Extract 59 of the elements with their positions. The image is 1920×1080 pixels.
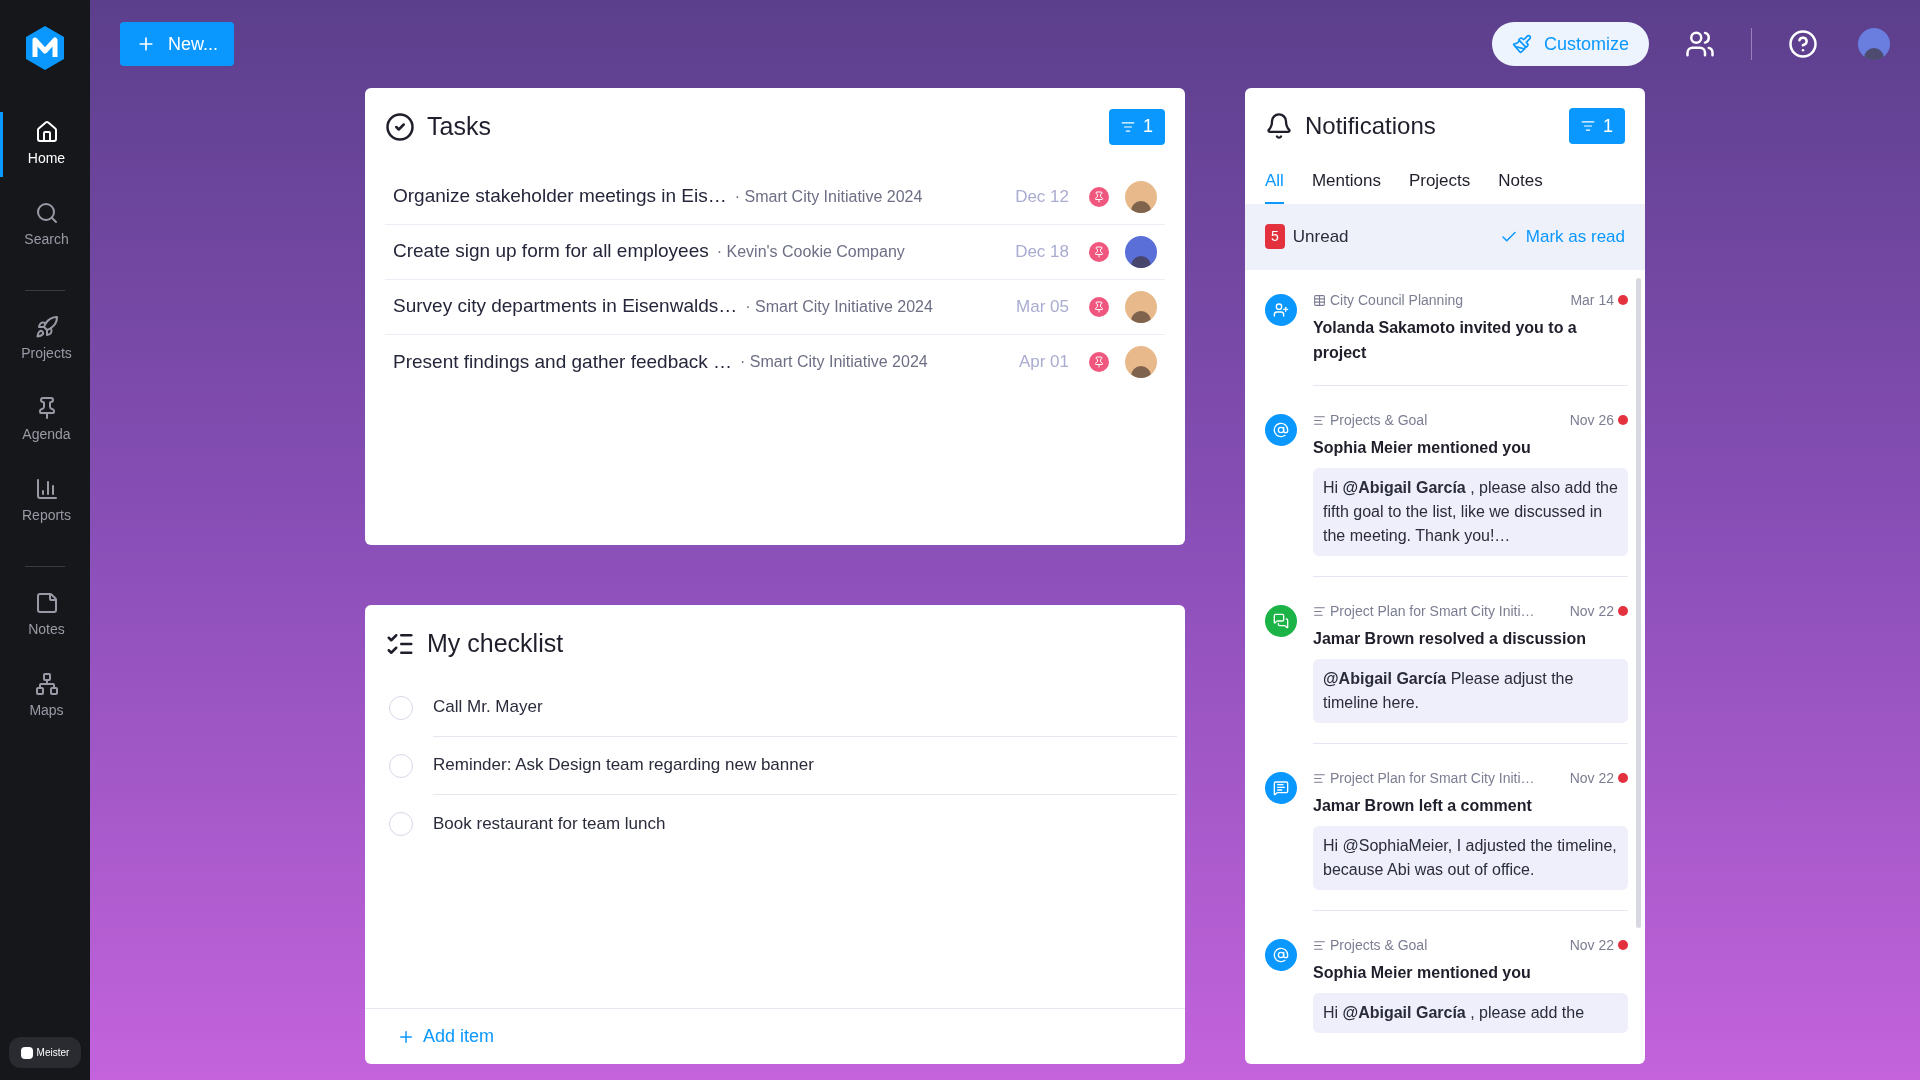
tasks-card: Tasks 1 Organize stakeholder meetings in Eis… · Smart City Initiative 2024 Dec 12 Create sign up form for all employees · Kevin's Cookie Company Dec 18 Survey city departments in Eisenwalds… · Smart City Initiative 2024 Mar 05 Present findings and gather feedback … · Smart City Initiative 2024 Apr 01 (365, 88, 1185, 545)
nav-item[interactable]: Reports (0, 469, 90, 534)
network-icon (34, 672, 59, 696)
user-avatar (1858, 28, 1890, 60)
priority-pin-icon (1089, 241, 1109, 262)
checklist-card: My checklist Call Mr. Mayer Reminder: Ask Design team regarding new banner Book restaurant for team lunch Add item (365, 605, 1185, 1064)
task-row[interactable]: Create sign up form for all employees · Kevin's Cookie Company Dec 18 (385, 224, 1165, 280)
notification-item[interactable]: Projects & Goal Nov 26 Sophia Meier mentioned you Hi @Abigail García , please also add the fifth goal to the list, like we discussed in the meeting. Thank you!… (1313, 409, 1628, 577)
scrollbar[interactable] (1636, 277, 1641, 928)
nav-item[interactable]: Agenda (0, 388, 90, 453)
lines-icon (1313, 771, 1326, 785)
message-preview: Hi @Abigail García , please add the (1313, 992, 1628, 1033)
brand-mark-icon (20, 1046, 33, 1059)
nav-item[interactable]: Notes (0, 583, 90, 648)
note-icon (34, 591, 59, 615)
filter-icon (1581, 119, 1595, 133)
chat-bubbles-icon (1265, 604, 1297, 637)
notification-item[interactable]: Projects & Goal Nov 22 Sophia Meier mentioned you Hi @Abigail García , please add the (1313, 934, 1628, 1053)
user-plus-icon (1265, 293, 1297, 326)
lines-icon (1313, 413, 1326, 427)
priority-pin-icon (1089, 352, 1109, 372)
notification-tab[interactable]: Mentions (1311, 168, 1381, 204)
nav-item[interactable]: Search (0, 193, 90, 258)
logo-icon[interactable] (23, 24, 67, 72)
message-preview: Hi @SophiaMeier, I adjusted the timeline, because Abi was out of office. (1313, 825, 1628, 890)
task-row[interactable]: Organize stakeholder meetings in Eis… · Smart City Initiative 2024 Dec 12 (385, 169, 1165, 225)
table-icon (1313, 293, 1326, 307)
notification-tab[interactable]: Projects (1408, 168, 1471, 204)
priority-pin-icon (1089, 186, 1109, 207)
filter-icon (1121, 119, 1135, 134)
help-icon[interactable] (1788, 29, 1818, 59)
paintbrush-icon (1511, 34, 1532, 54)
task-row[interactable]: Survey city departments in Eisenwalds… · Smart City Initiative 2024 Mar 05 (385, 279, 1165, 335)
priority-pin-icon (1089, 296, 1109, 317)
message-preview: @Abigail García Please adjust the timeline here. (1313, 658, 1628, 723)
notification-item[interactable]: Project Plan for Smart City Initi… Nov 22 Jamar Brown left a comment Hi @SophiaMeier, I adjusted the timeline, because Abi was out of office. (1313, 767, 1628, 911)
at-icon (1265, 413, 1297, 446)
notification-item[interactable]: City Council Planning Mar 14 Yolanda Sakamoto invited you to a project (1313, 289, 1628, 386)
home-icon (34, 120, 59, 144)
unread-count-badge: 5 (1265, 224, 1285, 249)
notification-item[interactable]: Project Plan for Smart City Initi… Nov 22 Jamar Brown resolved a discussion @Abigail García Please adjust the timeline here. (1313, 600, 1628, 744)
lines-icon (1313, 938, 1326, 952)
search-icon (34, 201, 59, 225)
notification-tab[interactable]: Notes (1498, 168, 1543, 204)
nav-item[interactable]: Maps (0, 664, 90, 729)
brand-badge[interactable]: Meister (8, 1037, 82, 1068)
notifications-card: Notifications 1 All Mentions Projects Notes 5 Unread Mark as read City Council Planning Mar 14 Yolanda Sakamoto invited you to a project Projects & Goal Nov 26 Sophia Meier mentioned you Hi @Abigail García , please also add the fifth goal to the list, like we discussed in the meeting. Thank you!… Project Plan for Smart City Initi… Nov 22 Jamar Brown resolved a discussion @Abigail García Please adjust the timeline here. Project Plan for Smart City Initi… Nov 22 Jamar Brown left a comment Hi @SophiaMeier, I adjusted the timeline, because Abi was out of office. Projects & Goal Nov 22 Sophia Meier mentioned you Hi @Abigail García , please add the (1245, 88, 1645, 1064)
message-preview: Hi @Abigail García , please also add the fifth goal to the list, like we discussed in the meeting. Thank you!… (1313, 467, 1628, 556)
bar-chart-icon (34, 477, 59, 501)
rocket-icon (34, 315, 59, 339)
lines-icon (1313, 604, 1326, 618)
nav-item[interactable]: Projects (0, 307, 90, 372)
bell-icon (1265, 112, 1293, 140)
nav-item[interactable]: Home (0, 112, 90, 177)
check-circle-icon (385, 111, 415, 142)
at-icon (1265, 938, 1297, 971)
comment-icon (1265, 771, 1297, 804)
task-row[interactable]: Present findings and gather feedback … · Smart City Initiative 2024 Apr 01 (385, 334, 1165, 390)
team-icon[interactable] (1685, 29, 1715, 59)
